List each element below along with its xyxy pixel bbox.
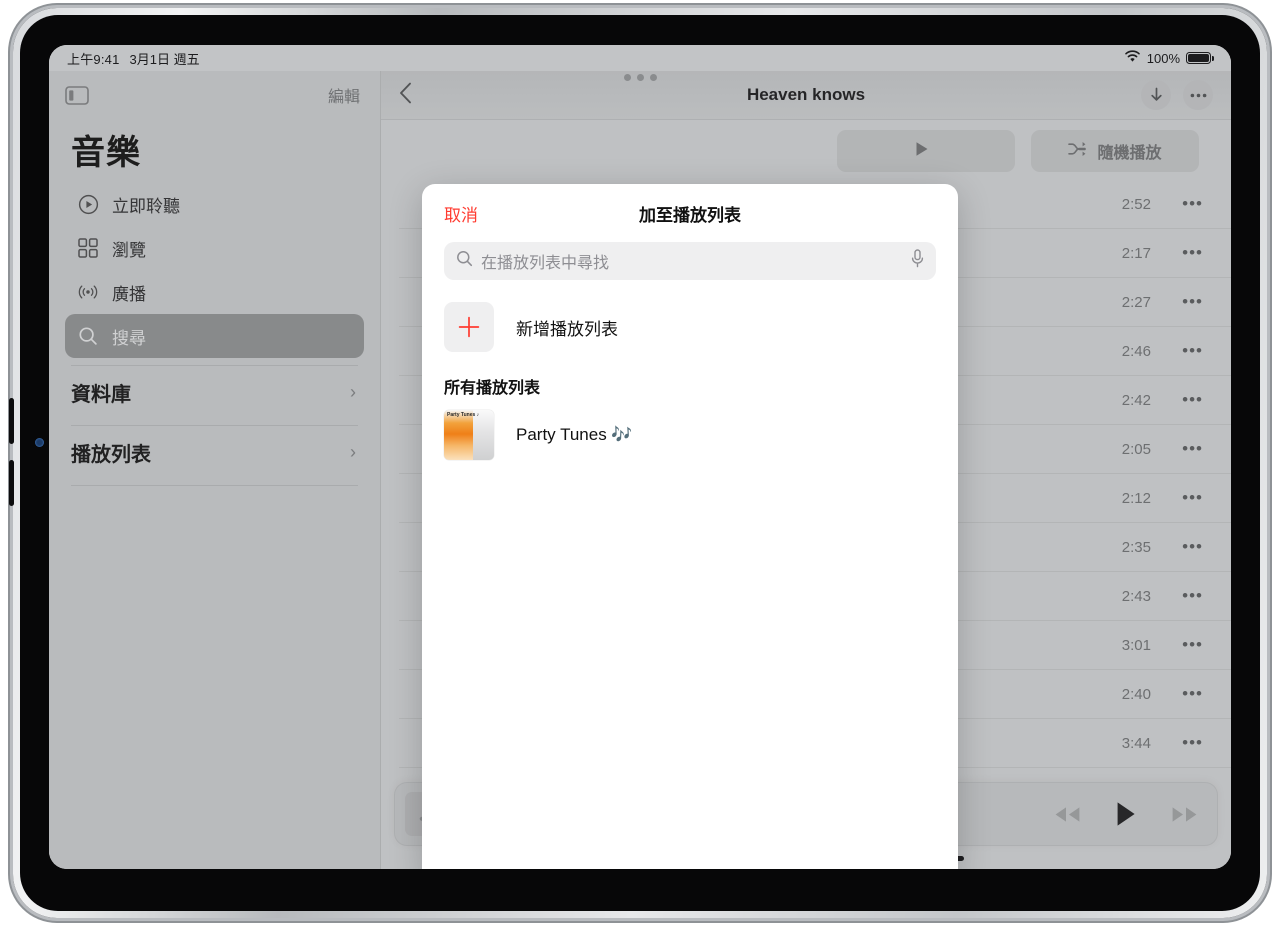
- ipad-device-frame: 上午9:41 3月1日 週五 100% 編輯 音樂 立即聆聽 瀏覽 廣播 搜尋 …: [9, 8, 1267, 918]
- all-playlists-heading: 所有播放列表: [444, 380, 541, 397]
- status-bar-right: 100%: [1124, 50, 1214, 66]
- music-app-window: 上午9:41 3月1日 週五 100% 編輯 音樂 立即聆聽 瀏覽 廣播 搜尋 …: [49, 45, 1231, 869]
- microphone-icon[interactable]: [911, 249, 924, 273]
- status-date: 3月1日 週五: [129, 51, 200, 67]
- ipad-screen: 上午9:41 3月1日 週五 100% 編輯 音樂 立即聆聽 瀏覽 廣播 搜尋 …: [49, 45, 1231, 869]
- multitask-dot: [649, 74, 657, 81]
- app-body: 編輯 音樂 立即聆聽 瀏覽 廣播 搜尋 資料庫 › 播放列表 › Heaven …: [49, 71, 1231, 869]
- playlist-artwork-caption: Party Tunes ♪: [447, 412, 480, 418]
- cancel-button[interactable]: 取消: [444, 201, 478, 226]
- search-input[interactable]: 在播放列表中尋找: [444, 242, 936, 280]
- sheet-title: 加至播放列表: [639, 205, 741, 225]
- playlist-name: Party Tunes 🎶: [516, 425, 633, 444]
- volume-up-button[interactable]: [9, 398, 14, 444]
- list-item[interactable]: Party Tunes ♪ Party Tunes 🎶: [422, 404, 958, 466]
- new-playlist-button[interactable]: 新增播放列表: [422, 280, 958, 352]
- multitask-dot: [623, 74, 631, 81]
- multitask-dot: [636, 74, 644, 81]
- new-playlist-label: 新增播放列表: [516, 319, 618, 339]
- playlist-artwork: Party Tunes ♪: [444, 410, 494, 460]
- multitasking-controls[interactable]: [49, 74, 1231, 81]
- battery-full-icon: [1186, 52, 1214, 64]
- plus-icon: [444, 302, 494, 352]
- wifi-icon: [1124, 50, 1141, 66]
- status-bar: 上午9:41 3月1日 週五 100%: [49, 45, 1231, 71]
- battery-percent-label: 100%: [1146, 50, 1180, 66]
- add-to-playlist-sheet: 取消 加至播放列表 在播放列表中尋找 新增播放列表 所有播放列表 Party T…: [422, 184, 958, 869]
- volume-down-button[interactable]: [9, 460, 14, 506]
- sheet-header: 取消 加至播放列表: [422, 184, 958, 242]
- search-placeholder: 在播放列表中尋找: [481, 255, 610, 272]
- status-time: 上午9:41: [67, 51, 120, 67]
- front-camera-icon: [35, 438, 44, 447]
- search-icon: [456, 250, 473, 272]
